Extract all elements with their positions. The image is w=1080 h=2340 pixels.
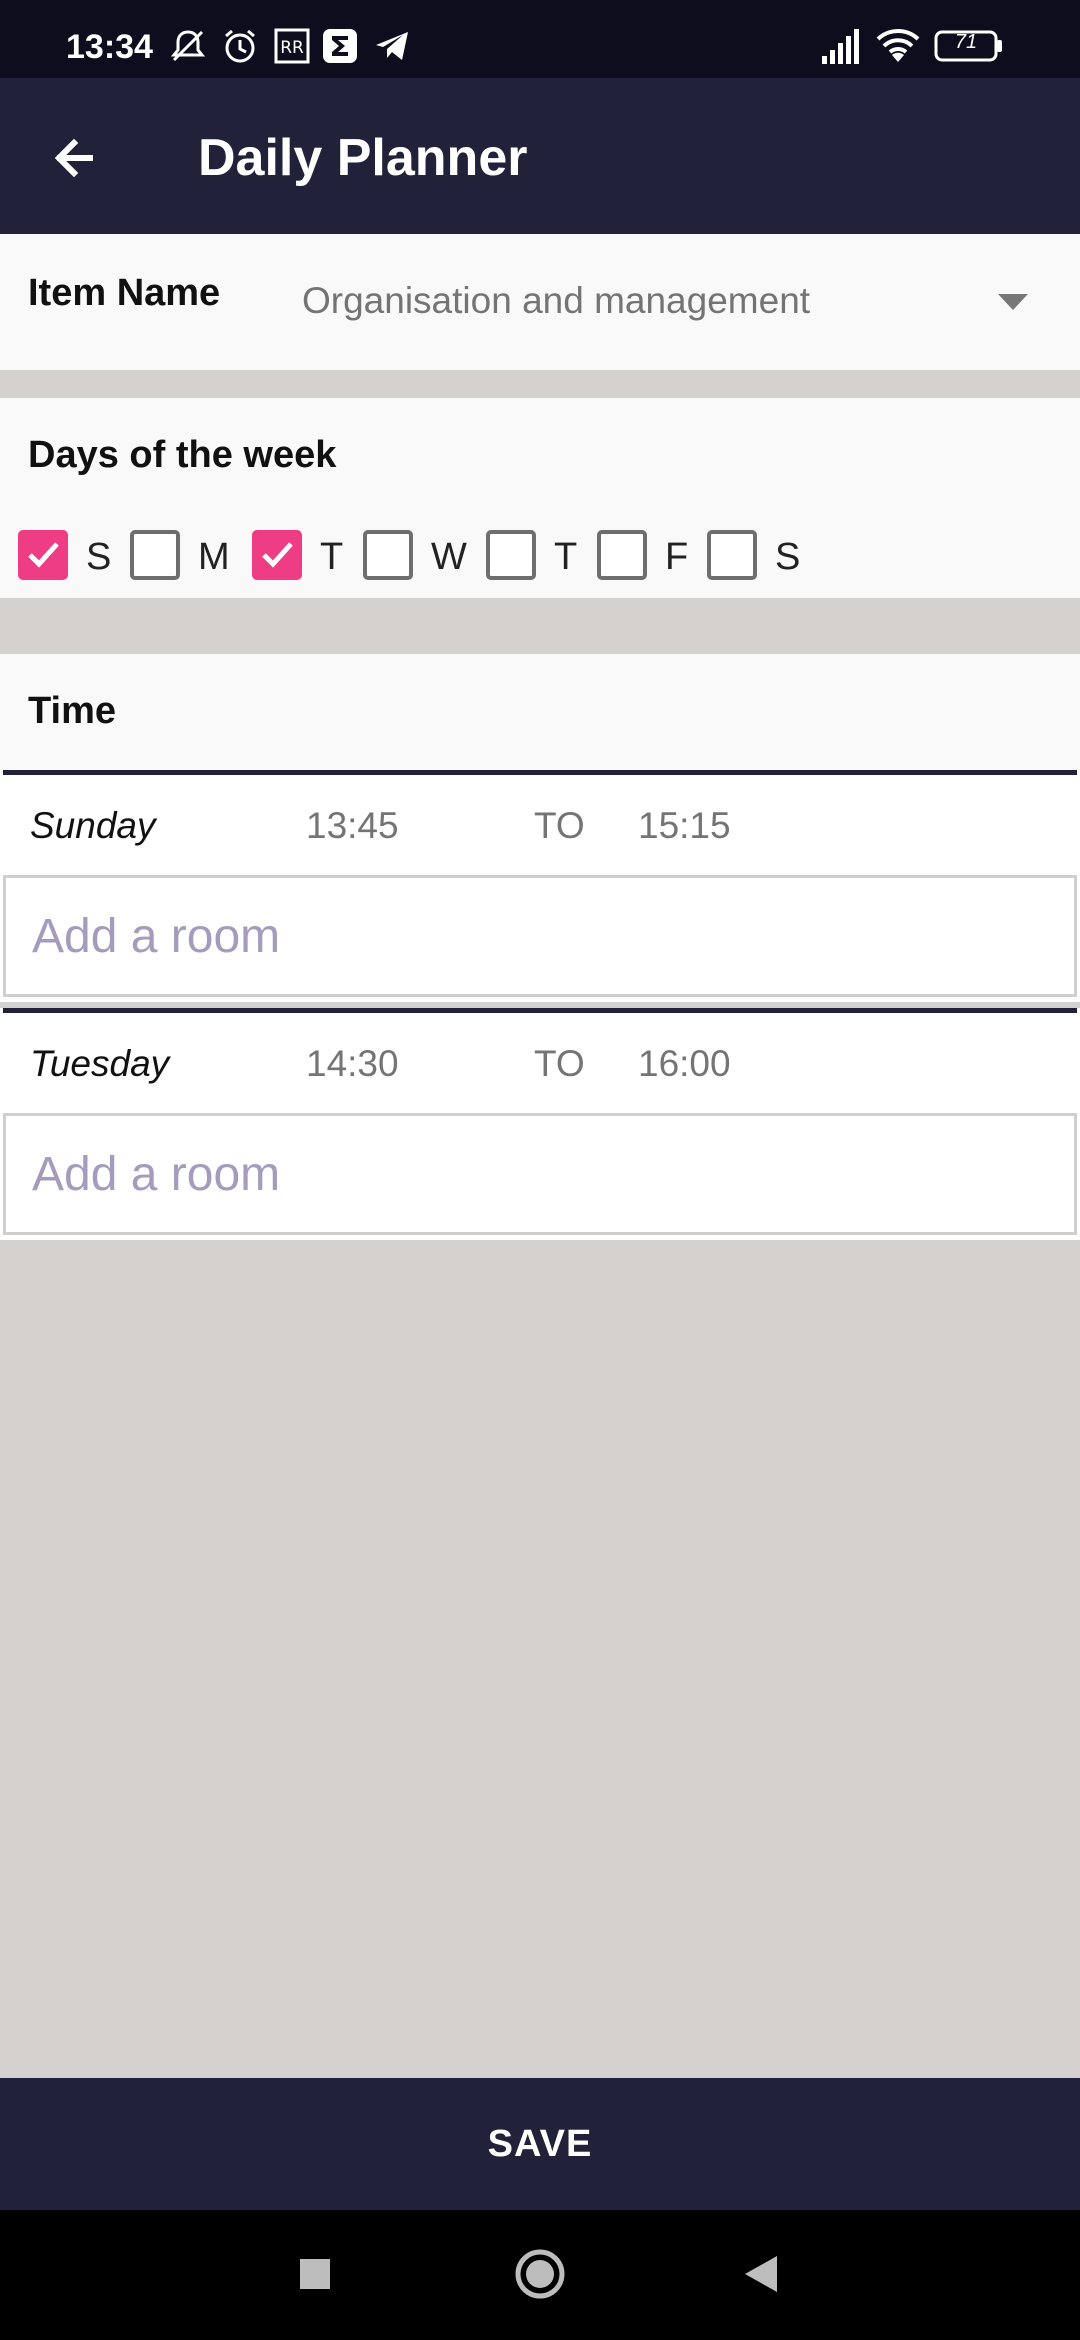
- item-name-section: Item Name Organisation and management: [0, 234, 1080, 370]
- status-icons-right: 71: [820, 26, 1080, 66]
- entry-day: Tuesday: [30, 1043, 170, 1084]
- item-name-value: Organisation and management: [302, 280, 811, 321]
- check-icon: [262, 542, 293, 568]
- system-nav-bar: [0, 2210, 1080, 2340]
- check-icon: [28, 542, 59, 568]
- to-label: TO: [534, 805, 585, 846]
- checkbox[interactable]: [363, 530, 413, 580]
- checkbox[interactable]: [707, 530, 757, 580]
- circle-icon: [515, 2249, 565, 2299]
- app-bar: Daily Planner: [0, 78, 1080, 234]
- battery-level: 71: [954, 31, 978, 53]
- status-bar: 13:34 RR 71: [0, 0, 1080, 78]
- room-input[interactable]: [3, 875, 1077, 997]
- checkbox[interactable]: [486, 530, 536, 580]
- recents-button[interactable]: [250, 2210, 380, 2340]
- time-row: Tuesday 14:30 TO 16:00: [0, 1013, 1080, 1113]
- start-time[interactable]: 14:30: [306, 1043, 399, 1085]
- back-nav-button[interactable]: [695, 2210, 825, 2340]
- time-entry: Sunday 13:45 TO 15:15: [0, 770, 1080, 1002]
- signal-icon: [820, 26, 864, 71]
- day-label: M: [198, 536, 230, 578]
- checkbox[interactable]: [252, 530, 302, 580]
- item-name-dropdown[interactable]: Organisation and management: [280, 270, 1060, 340]
- back-button[interactable]: [40, 122, 112, 194]
- wifi-icon: [876, 26, 920, 71]
- square-icon: [300, 2259, 330, 2289]
- entry-day: Sunday: [30, 805, 156, 846]
- save-button[interactable]: SAVE: [0, 2078, 1080, 2210]
- day-label: S: [86, 536, 112, 578]
- page-title: Daily Planner: [198, 129, 528, 187]
- days-section: Days of the week S M T W T F S: [0, 398, 1080, 598]
- triangle-back-icon: [745, 2256, 777, 2292]
- day-label: W: [431, 536, 467, 578]
- days-title: Days of the week: [28, 434, 337, 476]
- sigma-icon: [320, 26, 360, 66]
- checkbox[interactable]: [597, 530, 647, 580]
- end-time[interactable]: 16:00: [638, 1043, 731, 1085]
- day-label: T: [554, 536, 578, 578]
- room-input[interactable]: [3, 1113, 1077, 1235]
- day-label: T: [320, 536, 344, 578]
- start-time[interactable]: 13:45: [306, 805, 399, 847]
- alarm-icon: [220, 26, 260, 66]
- battery-icon: 71: [934, 30, 1004, 67]
- arrow-left-icon: [54, 138, 93, 178]
- home-button[interactable]: [475, 2210, 605, 2340]
- rr-icon: RR: [272, 26, 312, 66]
- chevron-down-icon: [998, 294, 1028, 317]
- checkbox[interactable]: [18, 530, 68, 580]
- checkbox[interactable]: [130, 530, 180, 580]
- save-bar: SAVE: [0, 2078, 1080, 2210]
- status-time: 13:34: [66, 28, 153, 66]
- time-row: Sunday 13:45 TO 15:15: [0, 775, 1080, 875]
- day-label: F: [665, 536, 689, 578]
- telegram-icon: [372, 26, 412, 66]
- day-label: S: [775, 536, 801, 578]
- time-title: Time: [28, 690, 117, 732]
- mute-alarm-icon: [168, 26, 208, 66]
- svg-text:RR: RR: [280, 38, 304, 58]
- to-label: TO: [534, 1043, 585, 1084]
- end-time[interactable]: 15:15: [638, 805, 731, 847]
- time-entry: Tuesday 14:30 TO 16:00: [0, 1008, 1080, 1240]
- time-section: Time: [0, 654, 1080, 776]
- item-name-label: Item Name: [28, 272, 221, 314]
